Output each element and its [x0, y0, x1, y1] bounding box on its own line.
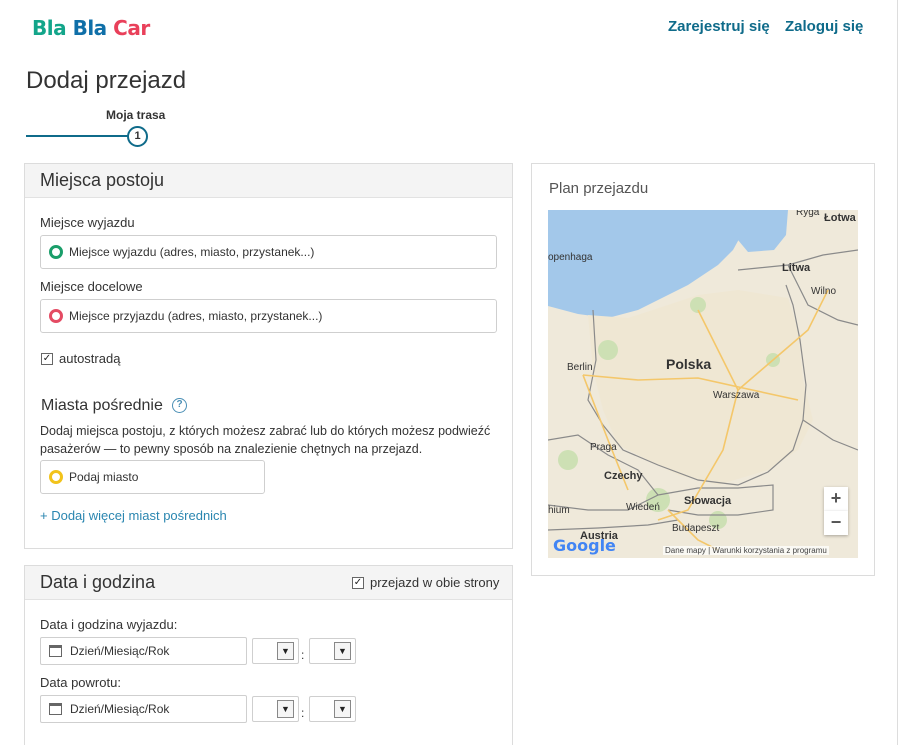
- map-panel: Plan przejazdu openhaga Ryga Łotwa Litwa…: [531, 163, 875, 576]
- destination-placeholder: Miejsce przyjazdu (adres, miasto, przyst…: [69, 309, 323, 323]
- blablacar-logo[interactable]: Bla Bla Car: [32, 16, 150, 40]
- departure-label: Miejsce wyjazdu: [40, 215, 135, 230]
- map-title: Plan przejazdu: [549, 180, 649, 197]
- zoom-in-button[interactable]: +: [824, 487, 848, 511]
- step-number[interactable]: 1: [127, 126, 148, 147]
- highway-checkbox[interactable]: ✓: [41, 353, 53, 365]
- intermediate-marker-icon: [49, 470, 63, 484]
- add-intermediate-link[interactable]: + Dodaj więcej miast pośrednich: [40, 508, 227, 523]
- route-map[interactable]: openhaga Ryga Łotwa Litwa Wilno Polska B…: [548, 210, 858, 558]
- chevron-down-icon: ▼: [334, 642, 351, 660]
- login-link[interactable]: Zaloguj się: [785, 18, 863, 35]
- map-label-kopenhaga: openhaga: [548, 252, 593, 263]
- intermediate-description: Dodaj miejsca postoju, z których możesz …: [40, 424, 491, 456]
- logo-part-1: Bla: [32, 16, 67, 40]
- register-link[interactable]: Zarejestruj się: [668, 18, 770, 35]
- departure-hour-select[interactable]: ▼: [252, 638, 299, 664]
- places-panel: Miejsca postoju Miejsce wyjazdu Miejsce …: [24, 163, 513, 549]
- chevron-down-icon: ▼: [334, 700, 351, 718]
- return-date-input[interactable]: Dzień/Miesiąc/Rok: [40, 695, 247, 723]
- time-separator: :: [301, 648, 305, 662]
- departure-date-input[interactable]: Dzień/Miesiąc/Rok: [40, 637, 247, 665]
- departure-input[interactable]: Miejsce wyjazdu (adres, miasto, przystan…: [40, 235, 497, 269]
- calendar-icon: [49, 645, 62, 657]
- google-logo[interactable]: Google: [553, 536, 616, 555]
- map-label-czechy: Czechy: [604, 470, 643, 482]
- map-label-berlin: Berlin: [567, 362, 593, 373]
- zoom-out-button[interactable]: −: [824, 511, 848, 535]
- intermediate-title: Miasta pośrednie: [41, 397, 163, 414]
- map-label-ryga: Ryga: [796, 210, 820, 218]
- logo-part-2: Bla: [72, 16, 108, 40]
- calendar-icon: [49, 703, 62, 715]
- map-attribution[interactable]: Dane mapy | Warunki korzystania z progra…: [663, 546, 829, 555]
- intermediate-placeholder: Podaj miasto: [69, 470, 139, 484]
- intermediate-city-input[interactable]: Podaj miasto: [40, 460, 265, 494]
- destination-marker-icon: [49, 309, 63, 323]
- departure-marker-icon: [49, 245, 63, 259]
- map-label-litwa: Litwa: [782, 262, 811, 274]
- map-label-monachium: hium: [548, 505, 570, 516]
- time-separator: :: [301, 706, 305, 720]
- departure-date-placeholder: Dzień/Miesiąc/Rok: [70, 644, 170, 658]
- map-label-wieden: Wiedeń: [626, 502, 660, 513]
- departure-minute-select[interactable]: ▼: [309, 638, 356, 664]
- map-label-warszawa: Warszawa: [713, 390, 760, 401]
- chevron-down-icon: ▼: [277, 700, 294, 718]
- destination-label: Miejsce docelowe: [40, 279, 143, 294]
- round-trip-label: przejazd w obie strony: [370, 575, 500, 590]
- google-logo-text: Google: [553, 536, 616, 555]
- map-label-polska: Polska: [666, 356, 712, 372]
- return-hour-select[interactable]: ▼: [252, 696, 299, 722]
- map-label-budapeszt: Budapeszt: [672, 523, 720, 534]
- step-progress-line: [26, 135, 128, 137]
- page-title: Dodaj przejazd: [26, 67, 187, 94]
- return-date-placeholder: Dzień/Miesiąc/Rok: [70, 702, 170, 716]
- round-trip-checkbox[interactable]: ✓: [352, 577, 364, 589]
- datetime-panel: Data i godzina ✓ przejazd w obie strony …: [24, 565, 513, 745]
- help-icon[interactable]: ?: [172, 398, 187, 413]
- logo-part-3: Car: [113, 16, 150, 40]
- map-label-lotwa: Łotwa: [824, 212, 856, 224]
- departure-placeholder: Miejsce wyjazdu (adres, miasto, przystan…: [69, 245, 315, 259]
- map-label-wilno: Wilno: [811, 286, 837, 297]
- page: Bla Bla Car Zarejestruj się Zaloguj się …: [0, 0, 898, 745]
- departure-date-label: Data i godzina wyjazdu:: [40, 617, 178, 632]
- destination-input[interactable]: Miejsce przyjazdu (adres, miasto, przyst…: [40, 299, 497, 333]
- step-label: Moja trasa: [106, 108, 166, 122]
- return-minute-select[interactable]: ▼: [309, 696, 356, 722]
- highway-label: autostradą: [59, 351, 121, 366]
- map-label-slowacja: Słowacja: [684, 495, 732, 507]
- map-label-praga: Praga: [590, 442, 617, 453]
- chevron-down-icon: ▼: [277, 642, 294, 660]
- return-date-label: Data powrotu:: [40, 675, 121, 690]
- places-panel-title: Miejsca postoju: [25, 164, 512, 198]
